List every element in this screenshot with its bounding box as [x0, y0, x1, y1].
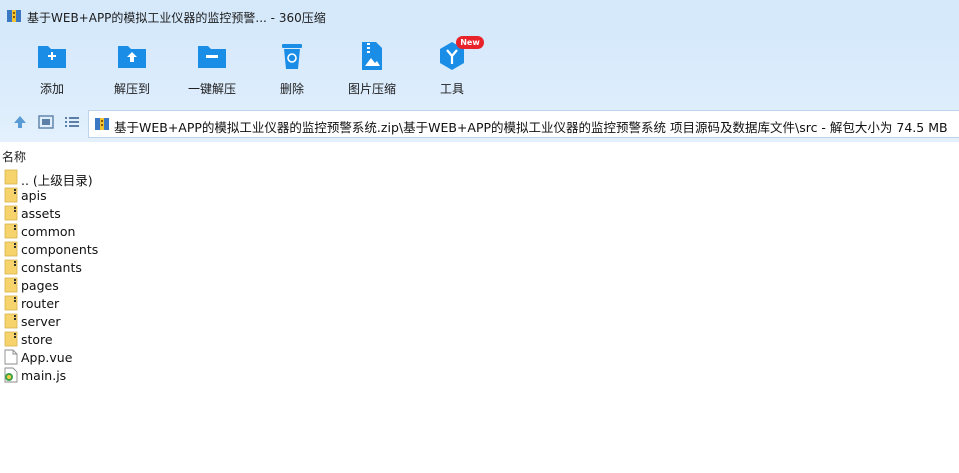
window-title: 基于WEB+APP的模拟工业仪器的监控预警... - 360压缩 [27, 11, 326, 25]
list-item-parent[interactable]: .. (上级目录) [0, 168, 300, 188]
list-item-label: App.vue [21, 350, 73, 365]
address-bar[interactable]: 基于WEB+APP的模拟工业仪器的监控预警系统.zip\基于WEB+APP的模拟… [88, 110, 959, 138]
list-item[interactable]: constants [0, 258, 300, 276]
folder-icon [4, 313, 18, 329]
list-item-label: pages [21, 278, 59, 293]
extract-to-button[interactable]: 解压到 [96, 38, 168, 98]
one-click-extract-button[interactable]: 一键解压 [176, 38, 248, 98]
file-icon [4, 349, 18, 365]
extract-to-icon [118, 46, 146, 68]
list-item[interactable]: main.js [0, 366, 300, 384]
tools-button[interactable]: New 工具 [416, 36, 488, 98]
add-label: 添加 [39, 82, 64, 96]
folder-icon [4, 187, 18, 203]
folder-icon [4, 295, 18, 311]
navigation-bar: 基于WEB+APP的模拟工业仪器的监控预警系统.zip\基于WEB+APP的模拟… [0, 104, 959, 142]
list-item-label: apis [21, 188, 47, 203]
list-item-label: common [21, 224, 76, 239]
list-item-label: assets [21, 206, 61, 221]
js-file-icon [4, 367, 18, 383]
list-item-label: router [21, 296, 60, 311]
list-item[interactable]: common [0, 222, 300, 240]
extract-to-label: 解压到 [113, 82, 150, 96]
new-badge: New [456, 36, 484, 49]
list-item-label: main.js [21, 368, 67, 383]
one-click-extract-label: 一键解压 [187, 82, 236, 96]
add-icon [38, 46, 66, 68]
folder-icon [4, 241, 18, 257]
list-item[interactable]: store [0, 330, 300, 348]
folder-icon [4, 277, 18, 293]
column-header-label: 名称 [2, 150, 27, 164]
image-compress-icon [362, 42, 382, 70]
list-item-label: store [21, 332, 53, 347]
list-item[interactable]: apis [0, 186, 300, 204]
image-compress-label: 图片压缩 [347, 82, 396, 96]
360-zip-logo-icon [7, 10, 21, 22]
folder-icon [4, 331, 18, 347]
one-click-extract-icon [198, 46, 226, 68]
delete-label: 删除 [279, 82, 304, 96]
list-item-label: constants [21, 260, 82, 275]
list-item[interactable]: router [0, 294, 300, 312]
folder-icon [4, 169, 18, 185]
folder-icon [4, 223, 18, 239]
folder-icon [4, 259, 18, 275]
list-view-icon[interactable] [63, 113, 81, 131]
column-header-name[interactable]: 名称 [0, 146, 959, 164]
list-item[interactable]: pages [0, 276, 300, 294]
add-button[interactable]: 添加 [16, 38, 88, 98]
list-item[interactable]: assets [0, 204, 300, 222]
archive-icon [95, 118, 109, 130]
up-arrow-icon[interactable] [11, 113, 29, 131]
list-item[interactable]: App.vue [0, 348, 300, 366]
list-item-label: components [21, 242, 99, 257]
thumbnail-view-icon[interactable] [37, 113, 55, 131]
list-item[interactable]: server [0, 312, 300, 330]
delete-button[interactable]: 删除 [256, 38, 328, 98]
image-compress-button[interactable]: 图片压缩 [336, 38, 408, 98]
address-path: 基于WEB+APP的模拟工业仪器的监控预警系统.zip\基于WEB+APP的模拟… [114, 120, 948, 135]
title-bar: 基于WEB+APP的模拟工业仪器的监控预警... - 360压缩 [0, 0, 959, 34]
delete-icon [282, 44, 302, 69]
list-item-label: server [21, 314, 61, 329]
tools-label: 工具 [439, 82, 464, 96]
folder-icon [4, 205, 18, 221]
list-item[interactable]: components [0, 240, 300, 258]
main-toolbar: 添加 解压到 一键解压 删除 图片压缩 New 工具 [0, 34, 959, 104]
file-list: .. (上级目录) apis assets common components … [0, 168, 959, 473]
